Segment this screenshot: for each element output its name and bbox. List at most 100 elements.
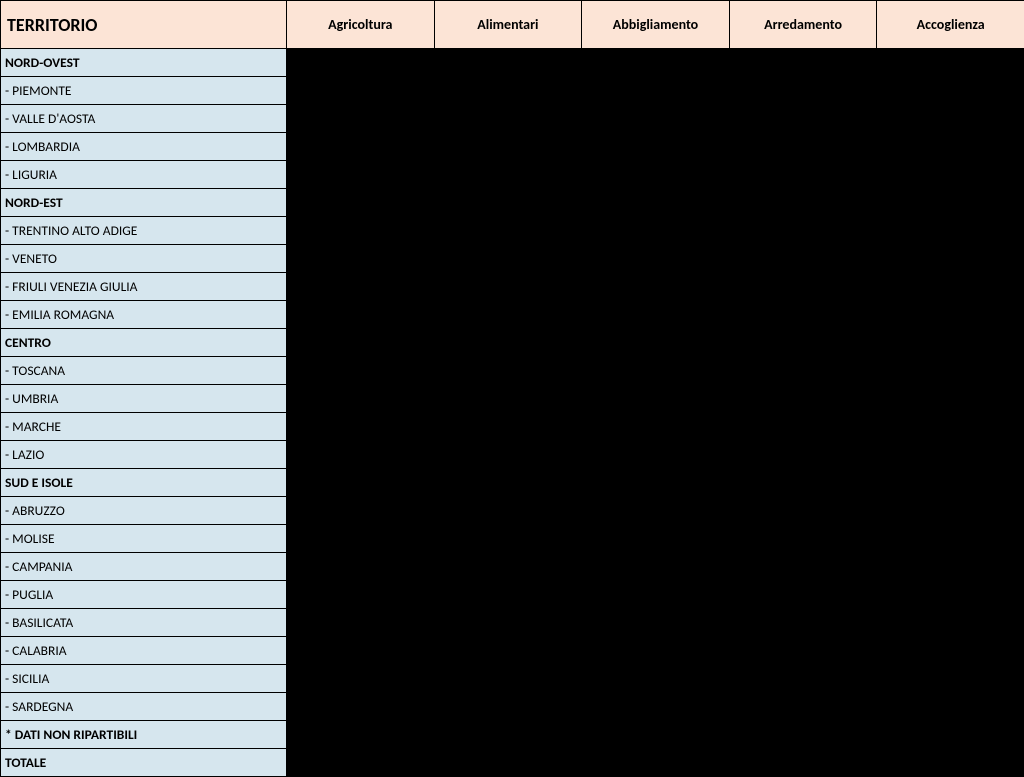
table-row: - PUGLIA: [1, 581, 1024, 609]
row-label: - ABRUZZO: [1, 497, 287, 525]
territory-table: TERRITORIO Agricoltura Alimentari Abbigl…: [0, 0, 1024, 777]
table-row: NORD-OVEST: [1, 49, 1024, 77]
data-cell: [582, 665, 730, 693]
data-cell: [287, 413, 435, 441]
data-cell: [582, 581, 730, 609]
data-cell: [877, 133, 1024, 161]
row-label: - LOMBARDIA: [1, 133, 287, 161]
data-cell: [729, 357, 877, 385]
table-row: - MOLISE: [1, 525, 1024, 553]
data-cell: [877, 525, 1024, 553]
data-cell: [434, 301, 582, 329]
data-cell: [287, 693, 435, 721]
data-cell: [582, 721, 730, 749]
table-row: - LOMBARDIA: [1, 133, 1024, 161]
data-cell: [582, 273, 730, 301]
row-label: - LAZIO: [1, 441, 287, 469]
table-row: - TOSCANA: [1, 357, 1024, 385]
data-cell: [434, 133, 582, 161]
table-row: - CAMPANIA: [1, 553, 1024, 581]
header-agricoltura: Agricoltura: [287, 1, 435, 49]
row-label: NORD-OVEST: [1, 49, 287, 77]
data-cell: [582, 693, 730, 721]
data-cell: [434, 217, 582, 245]
data-cell: [877, 553, 1024, 581]
table-row: - VALLE D'AOSTA: [1, 105, 1024, 133]
data-cell: [877, 385, 1024, 413]
data-cell: [877, 189, 1024, 217]
table-row: * DATI NON RIPARTIBILI: [1, 721, 1024, 749]
row-label: - PIEMONTE: [1, 77, 287, 105]
header-arredamento: Arredamento: [729, 1, 877, 49]
data-cell: [729, 273, 877, 301]
data-cell: [729, 637, 877, 665]
data-cell: [877, 693, 1024, 721]
header-alimentari: Alimentari: [434, 1, 582, 49]
data-cell: [287, 469, 435, 497]
data-cell: [877, 609, 1024, 637]
data-cell: [287, 385, 435, 413]
header-abbigliamento: Abbigliamento: [582, 1, 730, 49]
table-row: - TRENTINO ALTO ADIGE: [1, 217, 1024, 245]
table-row: - UMBRIA: [1, 385, 1024, 413]
row-label: SUD E ISOLE: [1, 469, 287, 497]
data-cell: [877, 413, 1024, 441]
data-cell: [287, 637, 435, 665]
data-cell: [287, 525, 435, 553]
data-cell: [287, 49, 435, 77]
data-cell: [434, 329, 582, 357]
data-cell: [729, 553, 877, 581]
data-cell: [729, 49, 877, 77]
data-cell: [729, 721, 877, 749]
data-cell: [877, 77, 1024, 105]
data-cell: [582, 413, 730, 441]
data-cell: [287, 581, 435, 609]
data-cell: [434, 665, 582, 693]
row-label: - PUGLIA: [1, 581, 287, 609]
table-row: - FRIULI VENEZIA GIULIA: [1, 273, 1024, 301]
table-row: - SARDEGNA: [1, 693, 1024, 721]
data-cell: [434, 525, 582, 553]
data-cell: [434, 245, 582, 273]
data-cell: [582, 217, 730, 245]
table-row: - MARCHE: [1, 413, 1024, 441]
data-cell: [877, 441, 1024, 469]
data-cell: [287, 665, 435, 693]
table-row: NORD-EST: [1, 189, 1024, 217]
data-cell: [729, 497, 877, 525]
table-row: - PIEMONTE: [1, 77, 1024, 105]
data-cell: [877, 497, 1024, 525]
data-cell: [877, 721, 1024, 749]
data-cell: [434, 609, 582, 637]
data-cell: [434, 413, 582, 441]
row-label: - VENETO: [1, 245, 287, 273]
data-cell: [729, 329, 877, 357]
data-cell: [287, 497, 435, 525]
data-cell: [434, 49, 582, 77]
row-label: CENTRO: [1, 329, 287, 357]
data-cell: [729, 609, 877, 637]
data-cell: [434, 721, 582, 749]
data-cell: [434, 385, 582, 413]
row-label: - FRIULI VENEZIA GIULIA: [1, 273, 287, 301]
data-cell: [729, 105, 877, 133]
data-cell: [877, 161, 1024, 189]
data-cell: [877, 637, 1024, 665]
data-cell: [287, 441, 435, 469]
data-cell: [729, 385, 877, 413]
data-cell: [434, 77, 582, 105]
data-cell: [729, 133, 877, 161]
data-cell: [434, 693, 582, 721]
data-cell: [729, 581, 877, 609]
data-cell: [582, 133, 730, 161]
data-cell: [287, 273, 435, 301]
row-label: - SICILIA: [1, 665, 287, 693]
data-cell: [582, 245, 730, 273]
data-cell: [287, 105, 435, 133]
data-cell: [582, 161, 730, 189]
data-cell: [434, 553, 582, 581]
data-cell: [582, 189, 730, 217]
data-cell: [729, 525, 877, 553]
data-cell: [729, 693, 877, 721]
row-label: - BASILICATA: [1, 609, 287, 637]
